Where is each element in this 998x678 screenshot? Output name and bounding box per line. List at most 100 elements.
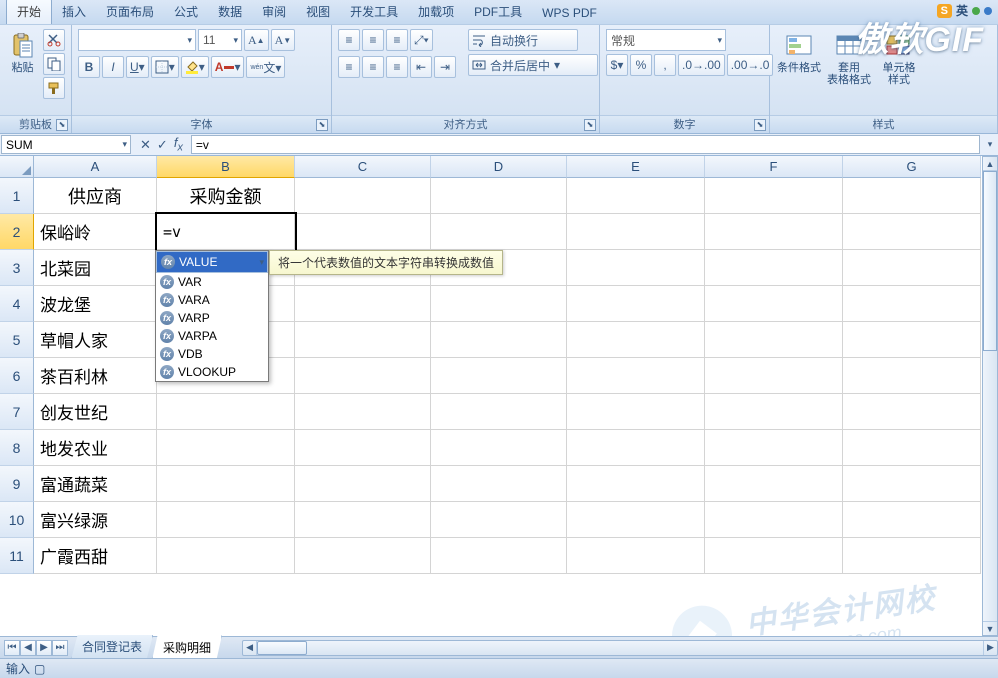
border-button[interactable]: ▾ [151, 56, 179, 78]
row-header-6[interactable]: 6 [0, 358, 34, 394]
row-header-3[interactable]: 3 [0, 250, 34, 286]
cell-E6[interactable] [567, 358, 705, 394]
select-all-corner[interactable] [0, 156, 34, 178]
autocomplete-item[interactable]: fxVDB [156, 345, 268, 363]
decrease-font-button[interactable]: A▼ [271, 29, 296, 51]
cell-C6[interactable] [295, 358, 431, 394]
cell-F11[interactable] [705, 538, 843, 574]
row-header-9[interactable]: 9 [0, 466, 34, 502]
indent-increase-button[interactable]: ⇥ [434, 56, 456, 78]
cell-D5[interactable] [431, 322, 567, 358]
cell-G10[interactable] [843, 502, 981, 538]
cell-B2[interactable] [157, 214, 295, 250]
cell-A10[interactable]: 富兴绿源 [34, 502, 157, 538]
fill-color-button[interactable]: ▾ [181, 56, 209, 78]
scroll-up-button[interactable]: ▲ [983, 157, 997, 171]
align-right-button[interactable]: ≡ [386, 56, 408, 78]
cell-A7[interactable]: 创友世纪 [34, 394, 157, 430]
row-header-11[interactable]: 11 [0, 538, 34, 574]
align-top-button[interactable]: ≡ [338, 29, 360, 51]
insert-function-button[interactable]: fx [174, 135, 183, 154]
cell-F8[interactable] [705, 430, 843, 466]
font-name-select[interactable] [78, 29, 196, 51]
col-header-D[interactable]: D [431, 156, 567, 178]
tab-pdf[interactable]: PDF工具 [464, 0, 532, 24]
cell-G7[interactable] [843, 394, 981, 430]
horizontal-scrollbar[interactable]: ◀ ▶ [242, 640, 998, 656]
format-painter-button[interactable] [43, 77, 65, 99]
cell-E3[interactable] [567, 250, 705, 286]
phonetic-button[interactable]: wén文▾ [246, 56, 285, 78]
cell-F3[interactable] [705, 250, 843, 286]
tab-data[interactable]: 数据 [208, 0, 252, 24]
cell-B1[interactable]: 采购金额 [157, 178, 295, 214]
format-as-table-button[interactable]: 套用 表格格式 [826, 29, 872, 89]
cell-A2[interactable]: 保峪岭 [34, 214, 157, 250]
formula-autocomplete[interactable]: fxVALUEfxVARfxVARAfxVARPfxVARPAfxVDBfxVL… [155, 250, 269, 382]
decrease-decimal-button[interactable]: .00→.0 [727, 54, 774, 76]
row-header-5[interactable]: 5 [0, 322, 34, 358]
cell-F1[interactable] [705, 178, 843, 214]
paste-button[interactable]: 粘贴 [6, 29, 39, 77]
align-left-button[interactable]: ≡ [338, 56, 360, 78]
hscroll-thumb[interactable] [257, 641, 307, 655]
cell-A1[interactable]: 供应商 [34, 178, 157, 214]
number-format-select[interactable]: 常规 [606, 29, 726, 51]
cell-E4[interactable] [567, 286, 705, 322]
row-header-10[interactable]: 10 [0, 502, 34, 538]
align-middle-button[interactable]: ≡ [362, 29, 384, 51]
copy-button[interactable] [43, 53, 65, 75]
vertical-scrollbar[interactable]: ▲ ▼ [982, 156, 998, 636]
cell-D9[interactable] [431, 466, 567, 502]
spreadsheet-grid[interactable]: ABCDEFG 1234567891011 供应商采购金额保峪岭北菜园波龙堡草帽… [0, 156, 998, 636]
cell-D11[interactable] [431, 538, 567, 574]
autocomplete-item[interactable]: fxVARA [156, 291, 268, 309]
row-header-2[interactable]: 2 [0, 214, 34, 250]
conditional-format-button[interactable]: 条件格式 [776, 29, 822, 77]
cell-E11[interactable] [567, 538, 705, 574]
cell-C9[interactable] [295, 466, 431, 502]
row-header-1[interactable]: 1 [0, 178, 34, 214]
cell-F2[interactable] [705, 214, 843, 250]
row-header-7[interactable]: 7 [0, 394, 34, 430]
cell-G2[interactable] [843, 214, 981, 250]
formula-input[interactable]: =v [191, 135, 980, 154]
comma-button[interactable]: , [654, 54, 676, 76]
tab-home[interactable]: 开始 [6, 0, 52, 24]
bold-button[interactable]: B [78, 56, 100, 78]
cell-A9[interactable]: 富通蔬菜 [34, 466, 157, 502]
orientation-button[interactable]: ⤢▾ [410, 29, 433, 51]
sheet-nav-first[interactable]: ⏮ [4, 640, 20, 656]
percent-button[interactable]: % [630, 54, 652, 76]
col-header-F[interactable]: F [705, 156, 843, 178]
sheet-tab[interactable]: 采购明细 [152, 635, 222, 660]
cell-C10[interactable] [295, 502, 431, 538]
tab-review[interactable]: 审阅 [252, 0, 296, 24]
cell-C2[interactable] [295, 214, 431, 250]
autocomplete-item[interactable]: fxVALUE [156, 251, 268, 273]
cancel-formula-button[interactable]: ✕ [140, 137, 151, 153]
cell-G1[interactable] [843, 178, 981, 214]
cell-A11[interactable]: 广霞西甜 [34, 538, 157, 574]
cell-F9[interactable] [705, 466, 843, 502]
cell-E5[interactable] [567, 322, 705, 358]
ime-indicator[interactable]: S 英 [937, 2, 992, 19]
cell-D8[interactable] [431, 430, 567, 466]
align-bottom-button[interactable]: ≡ [386, 29, 408, 51]
cell-C5[interactable] [295, 322, 431, 358]
clipboard-launcher[interactable]: ⬊ [56, 119, 68, 131]
col-header-E[interactable]: E [567, 156, 705, 178]
cell-G5[interactable] [843, 322, 981, 358]
cell-B7[interactable] [157, 394, 295, 430]
cell-C1[interactable] [295, 178, 431, 214]
cell-E8[interactable] [567, 430, 705, 466]
cell-G4[interactable] [843, 286, 981, 322]
cell-styles-button[interactable]: 单元格 样式 [876, 29, 922, 89]
font-launcher[interactable]: ⬊ [316, 119, 328, 131]
cell-G3[interactable] [843, 250, 981, 286]
cell-D10[interactable] [431, 502, 567, 538]
cell-B10[interactable] [157, 502, 295, 538]
autocomplete-item[interactable]: fxVLOOKUP [156, 363, 268, 381]
cell-E9[interactable] [567, 466, 705, 502]
cell-B11[interactable] [157, 538, 295, 574]
